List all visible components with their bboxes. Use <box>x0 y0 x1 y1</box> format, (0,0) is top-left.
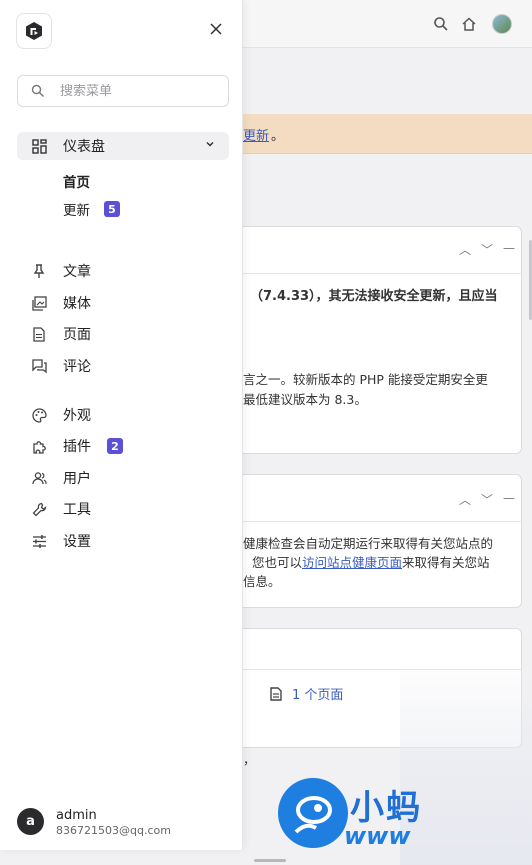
watermark: 小蚂 www <box>278 778 532 865</box>
submenu-item-label: 更新 <box>63 203 90 219</box>
search-icon <box>31 84 45 98</box>
php-warning-text: （7.4.33），其无法接收安全更新，且应当 <box>250 289 498 304</box>
health-line-2: 您也可以访问站点健康页面来取得有关您站 <box>252 553 490 573</box>
php-warning-widget: ︿ ﹀ — <box>200 226 522 454</box>
menu-item-dashboard[interactable]: 仪表盘 <box>17 132 229 160</box>
watermark-logo <box>278 778 348 848</box>
widget-controls: ︿ ﹀ — <box>459 241 515 258</box>
menu-item-comments[interactable]: 评论 <box>17 352 229 380</box>
site-health-link[interactable]: 访问站点健康页面 <box>302 555 402 570</box>
search-icon[interactable] <box>431 14 451 34</box>
submenu-item-home[interactable]: 首页 <box>63 170 90 192</box>
menu-item-label: 评论 <box>63 359 91 375</box>
menu-item-label: 设置 <box>63 534 91 550</box>
menu-item-pages[interactable]: 页面 <box>17 320 229 348</box>
home-icon[interactable] <box>459 14 479 34</box>
avatar: a <box>17 808 44 835</box>
move-up-icon[interactable]: ︿ <box>459 241 471 258</box>
admin-menu-drawer: 仪表盘 首页 更新 5 文章 媒体 页面 评论 <box>0 0 243 850</box>
submenu-item-label: 首页 <box>63 175 90 191</box>
menu-item-label: 文章 <box>63 264 91 280</box>
plugin-icon <box>31 438 47 454</box>
palette-icon <box>31 407 47 423</box>
plugins-count-badge: 2 <box>107 438 123 454</box>
pages-count-label: 1 个页面 <box>292 688 344 703</box>
menu-search-input[interactable] <box>60 83 210 99</box>
notice-suffix: 。 <box>271 129 285 144</box>
menu-item-label: 外观 <box>63 408 91 424</box>
site-logo[interactable] <box>16 13 52 49</box>
comment-icon <box>31 358 47 374</box>
chevron-down-icon <box>205 139 215 149</box>
menu-item-tools[interactable]: 工具 <box>17 495 229 523</box>
health-line-1: 健康检查会自动定期运行来取得有关您站点的 <box>243 536 494 551</box>
current-user[interactable]: a admin 836721503@qq.com <box>17 808 237 838</box>
watermark-sub: www <box>344 822 411 850</box>
menu-item-posts[interactable]: 文章 <box>17 257 229 285</box>
php-info-line-2: 最低建议版本为 8.3。 <box>243 392 367 407</box>
pin-icon <box>31 263 47 279</box>
wrench-icon <box>31 501 47 517</box>
account-avatar[interactable] <box>492 14 512 34</box>
php-info-line-1: 言之一。较新版本的 PHP 能接受定期安全更 <box>243 372 488 387</box>
updates-count-badge: 5 <box>104 201 120 217</box>
user-email: 836721503@qq.com <box>56 824 171 837</box>
menu-item-label: 媒体 <box>63 296 91 312</box>
divider <box>201 273 521 274</box>
media-icon <box>31 295 47 311</box>
sliders-icon <box>31 533 47 549</box>
menu-item-label: 页面 <box>63 327 91 343</box>
health-line-3: 信息。 <box>243 574 281 589</box>
widget-controls: ︿ ﹀ — <box>459 491 515 508</box>
divider <box>201 521 521 522</box>
menu-item-plugins[interactable]: 插件 2 <box>17 432 229 460</box>
move-down-icon[interactable]: ﹀ <box>481 491 493 508</box>
menu-item-settings[interactable]: 设置 <box>17 527 229 555</box>
menu-item-label: 仪表盘 <box>63 139 105 155</box>
health-line-2-prefix: 您也可以 <box>252 555 303 570</box>
page-icon <box>31 326 47 342</box>
comma-text: ， <box>243 752 256 767</box>
move-down-icon[interactable]: ﹀ <box>481 241 493 258</box>
move-up-icon[interactable]: ︿ <box>459 491 471 508</box>
collapse-icon[interactable]: — <box>503 491 515 508</box>
users-icon <box>31 470 47 486</box>
dashboard-icon <box>31 138 47 154</box>
menu-item-users[interactable]: 用户 <box>17 464 229 492</box>
menu-item-media[interactable]: 媒体 <box>17 289 229 317</box>
health-line-2-suffix: 来取得有关您站 <box>402 555 490 570</box>
user-name: admin <box>56 808 97 823</box>
menu-item-label: 插件 <box>63 439 91 455</box>
pages-count-link[interactable]: 1 个页面 <box>270 684 343 703</box>
collapse-icon[interactable]: — <box>503 241 515 258</box>
menu-item-appearance[interactable]: 外观 <box>17 401 229 429</box>
home-indicator <box>254 859 286 862</box>
notice-update-link[interactable]: 更新 <box>243 125 269 144</box>
menu-item-label: 用户 <box>63 471 91 487</box>
menu-search[interactable] <box>17 75 229 107</box>
page-icon <box>270 686 282 701</box>
close-icon[interactable] <box>205 18 227 40</box>
submenu-item-updates[interactable]: 更新 5 <box>63 198 120 220</box>
menu-item-label: 工具 <box>63 502 91 518</box>
